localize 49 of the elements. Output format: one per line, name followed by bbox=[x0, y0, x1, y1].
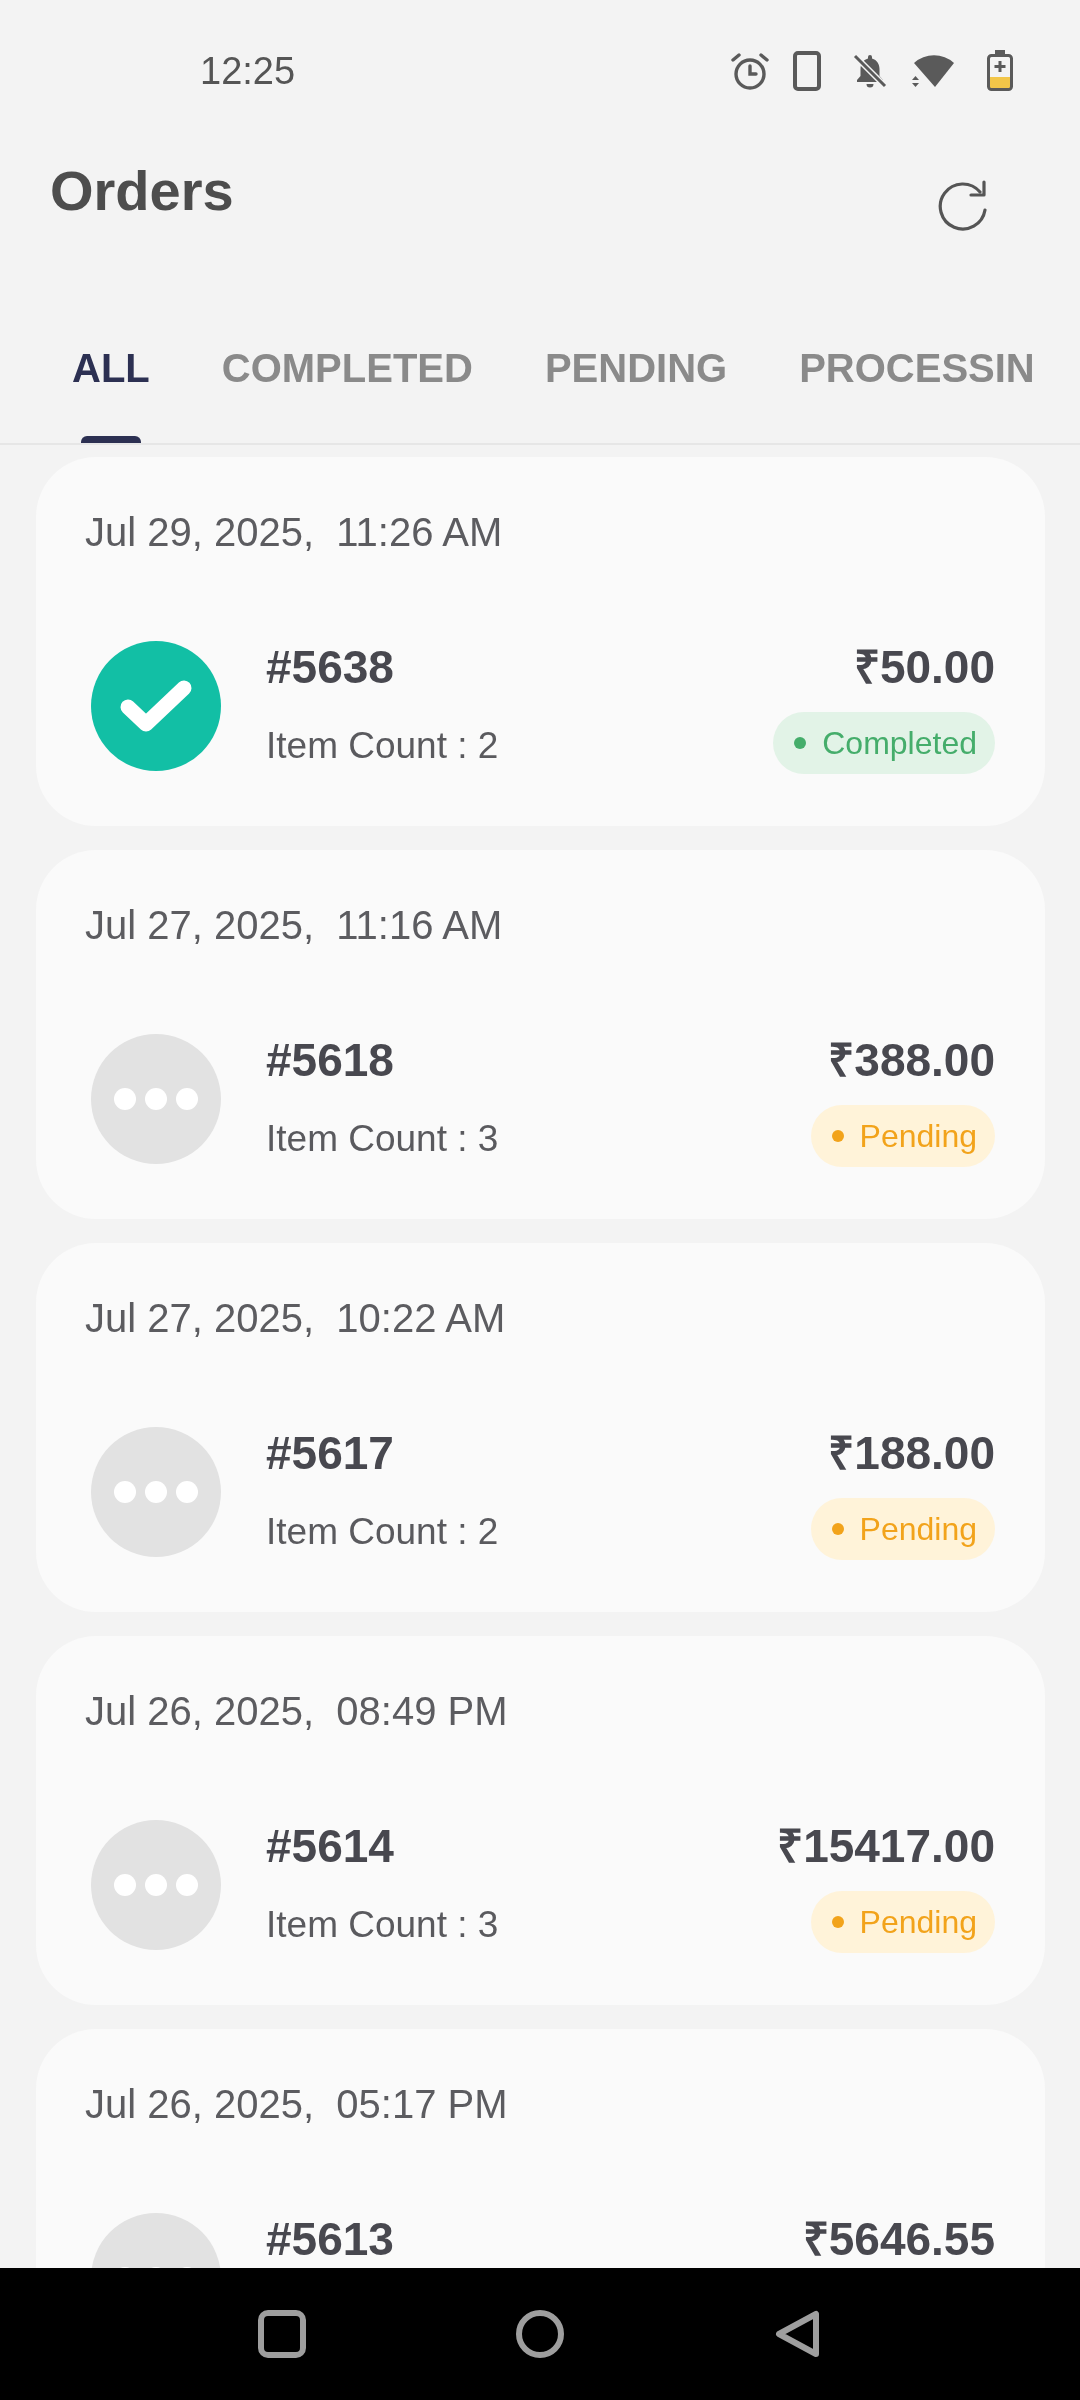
order-number: #5614 bbox=[266, 1820, 395, 1872]
battery-icon bbox=[986, 50, 1014, 92]
order-number: #5618 bbox=[266, 1034, 395, 1086]
order-amount: ₹15417.00 bbox=[777, 1820, 995, 1872]
ellipsis-icon bbox=[91, 1820, 221, 1950]
status-dot-icon bbox=[831, 1916, 844, 1928]
wifi-icon bbox=[910, 53, 956, 89]
circle-icon[interactable] bbox=[516, 2310, 564, 2358]
phone-icon bbox=[793, 51, 821, 91]
order-amount: ₹50.00 bbox=[853, 641, 995, 693]
page-title: Orders bbox=[50, 159, 234, 223]
order-card[interactable]: Jul 27, 2025, 10:22 AM #5617 Item Count : 2 ₹188.00 Pending bbox=[36, 1243, 1045, 1612]
ellipsis-icon bbox=[91, 1427, 221, 1557]
order-date: Jul 26, 2025, 08:49 PM bbox=[85, 1688, 509, 1734]
status-dot-icon bbox=[831, 1130, 844, 1142]
order-amount: ₹188.00 bbox=[828, 1427, 995, 1479]
order-number: #5617 bbox=[266, 1427, 395, 1479]
status-dot-icon bbox=[794, 737, 807, 749]
bell-off-icon bbox=[851, 52, 889, 90]
order-amount: ₹388.00 bbox=[828, 1034, 995, 1086]
tab[interactable]: ALL bbox=[36, 300, 186, 443]
item-count: Item Count : 2 bbox=[266, 1510, 499, 1554]
order-amount: ₹5646.55 bbox=[802, 2213, 995, 2265]
ellipsis-icon bbox=[91, 1034, 221, 1164]
square-icon[interactable] bbox=[258, 2310, 306, 2358]
alarm-clock-icon bbox=[730, 51, 770, 91]
item-count: Item Count : 3 bbox=[266, 1117, 499, 1161]
status-time: 12:25 bbox=[200, 49, 296, 93]
item-count: Item Count : 3 bbox=[266, 1903, 499, 1947]
status-label: Pending bbox=[859, 1510, 977, 1548]
check-icon bbox=[91, 641, 221, 771]
order-number: #5638 bbox=[266, 641, 395, 693]
refresh-icon[interactable] bbox=[936, 179, 990, 233]
back-icon[interactable] bbox=[774, 2310, 820, 2358]
status-dot-icon bbox=[831, 1523, 844, 1535]
status-label: Pending bbox=[859, 1117, 977, 1155]
order-date: Jul 27, 2025, 10:22 AM bbox=[85, 1295, 507, 1341]
order-date: Jul 29, 2025, 11:26 AM bbox=[85, 509, 504, 555]
order-card[interactable]: Jul 26, 2025, 05:17 PM #5613 ₹5646.55 bbox=[36, 2029, 1045, 2268]
item-count: Item Count : 2 bbox=[266, 724, 499, 768]
order-number: #5613 bbox=[266, 2213, 394, 2265]
tab-indicator bbox=[80, 436, 141, 443]
order-date: Jul 26, 2025, 05:17 PM bbox=[85, 2081, 509, 2127]
order-card[interactable]: Jul 29, 2025, 11:26 AM #5638 Item Count : 2 ₹50.00 Completed bbox=[36, 457, 1045, 826]
order-date: Jul 27, 2025, 11:16 AM bbox=[85, 902, 504, 948]
status-label: Completed bbox=[822, 724, 977, 762]
status-label: Pending bbox=[859, 1903, 977, 1941]
order-card[interactable]: Jul 26, 2025, 08:49 PM #5614 Item Count : 3 ₹15417.00 Pending bbox=[36, 1636, 1045, 2005]
order-card[interactable]: Jul 27, 2025, 11:16 AM #5618 Item Count : 3 ₹388.00 Pending bbox=[36, 850, 1045, 1219]
